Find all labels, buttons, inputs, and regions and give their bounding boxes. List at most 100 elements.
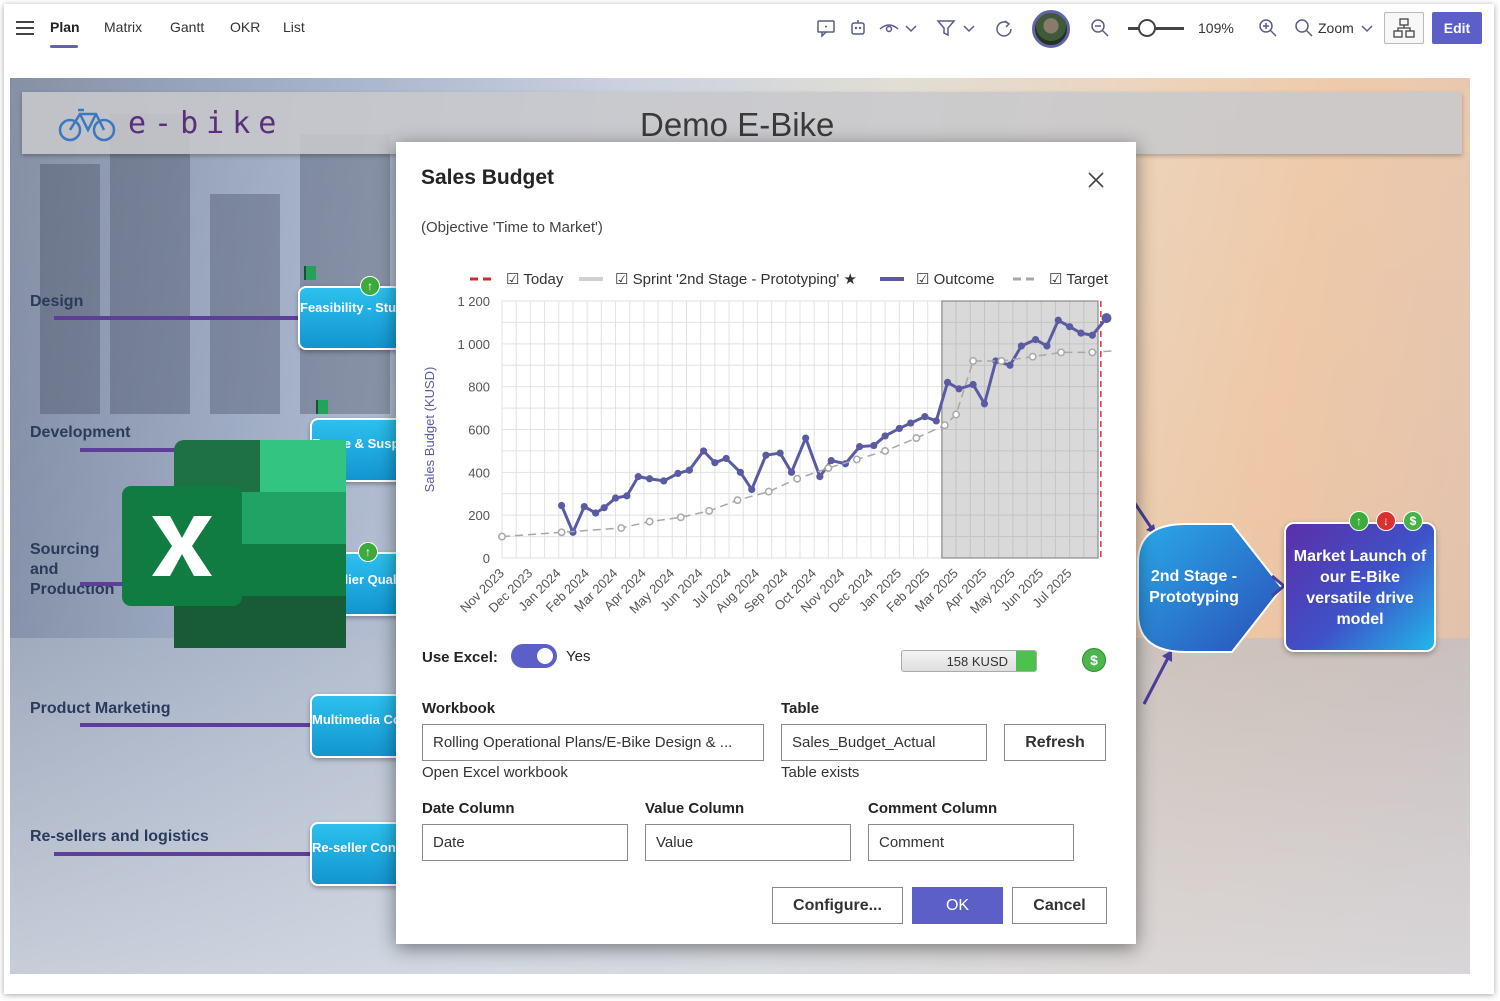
refresh-button[interactable]: Refresh bbox=[1004, 724, 1106, 761]
outcome-point bbox=[674, 469, 682, 478]
target-point bbox=[997, 357, 1006, 365]
outcome-point bbox=[634, 473, 642, 481]
status-up-icon: ↑ bbox=[358, 542, 378, 562]
outcome-point bbox=[699, 447, 708, 455]
chevron-down-icon[interactable] bbox=[904, 18, 918, 38]
search-icon[interactable] bbox=[1294, 18, 1314, 38]
ok-button[interactable]: OK bbox=[912, 887, 1003, 924]
y-tick-label: 1 200 bbox=[457, 294, 490, 309]
tab-gantt[interactable]: Gantt bbox=[170, 19, 204, 35]
target-point bbox=[912, 434, 921, 443]
target-point bbox=[645, 517, 654, 526]
table-label: Table bbox=[781, 700, 820, 717]
outcome-point bbox=[870, 441, 878, 450]
flag-icon bbox=[316, 400, 328, 414]
outcome-point bbox=[1066, 323, 1074, 331]
bot-icon[interactable] bbox=[848, 18, 868, 38]
legend-label-1: ☑ Sprint '2nd Stage - Prototyping' ★ bbox=[615, 271, 857, 288]
legend-label-3: ☑ Target bbox=[1049, 271, 1109, 288]
edit-button[interactable]: Edit bbox=[1432, 12, 1482, 44]
outcome-point bbox=[1101, 313, 1112, 324]
zoom-out-icon[interactable] bbox=[1090, 18, 1110, 38]
launch-node[interactable]: Market Launch of our E-Bike versatile dr… bbox=[1284, 522, 1436, 652]
bike-logo-icon bbox=[58, 108, 116, 142]
dialog-subtitle: (Objective 'Time to Market') bbox=[421, 219, 603, 236]
outcome-point bbox=[1043, 342, 1051, 350]
avatar[interactable] bbox=[1032, 10, 1070, 48]
target-point bbox=[940, 421, 949, 430]
outcome-point bbox=[881, 432, 889, 440]
tab-plan[interactable]: Plan bbox=[50, 19, 80, 35]
outcome-point bbox=[600, 504, 608, 512]
y-tick-label: 200 bbox=[468, 508, 490, 523]
y-tick-label: 1 000 bbox=[457, 337, 490, 352]
value-column-input[interactable]: Value bbox=[645, 824, 851, 861]
chevron-down-icon[interactable] bbox=[1360, 18, 1374, 38]
target-point bbox=[617, 524, 626, 532]
status-up-icon: ↑ bbox=[1349, 511, 1369, 531]
lane-line bbox=[80, 723, 310, 727]
sales-budget-dialog: Sales Budget (Objective 'Time to Market'… bbox=[396, 142, 1136, 944]
comment-column-input[interactable]: Comment bbox=[868, 824, 1074, 861]
y-tick-label: 0 bbox=[483, 551, 490, 566]
hierarchy-button[interactable] bbox=[1384, 12, 1424, 44]
budget-progress: 158 KUSD bbox=[901, 650, 1037, 672]
outcome-point bbox=[711, 459, 719, 467]
tab-okr[interactable]: OKR bbox=[230, 19, 260, 35]
outcome-point bbox=[802, 434, 810, 442]
zoom-dropdown[interactable]: Zoom bbox=[1318, 20, 1354, 36]
target-point bbox=[969, 357, 978, 365]
outcome-point bbox=[748, 485, 756, 494]
date-column-label: Date Column bbox=[422, 800, 515, 817]
outcome-point bbox=[685, 466, 693, 474]
hierarchy-icon bbox=[1393, 18, 1415, 38]
date-column-input[interactable]: Date bbox=[422, 824, 628, 861]
y-tick-label: 800 bbox=[468, 380, 490, 395]
target-point bbox=[733, 496, 742, 505]
outcome-point bbox=[645, 475, 654, 483]
cancel-button[interactable]: Cancel bbox=[1012, 887, 1107, 924]
lane-line bbox=[54, 852, 314, 856]
outcome-point bbox=[787, 468, 796, 476]
close-icon[interactable] bbox=[1086, 170, 1106, 190]
outcome-point bbox=[722, 454, 730, 463]
target-point bbox=[705, 506, 714, 515]
target-point bbox=[793, 474, 802, 483]
y-tick-label: 600 bbox=[468, 423, 490, 438]
zoom-slider[interactable] bbox=[1128, 27, 1184, 30]
outcome-point bbox=[827, 456, 835, 465]
outcome-point bbox=[611, 494, 620, 502]
zoom-slider-handle[interactable] bbox=[1138, 19, 1156, 37]
outcome-point bbox=[592, 509, 600, 517]
configure-button[interactable]: Configure... bbox=[772, 887, 903, 924]
table-input[interactable]: Sales_Budget_Actual bbox=[781, 724, 987, 761]
comment-column-label: Comment Column bbox=[868, 800, 998, 817]
flag-icon bbox=[304, 266, 316, 280]
chevron-down-icon[interactable] bbox=[962, 18, 976, 38]
y-tick-label: 400 bbox=[468, 465, 490, 480]
tab-matrix[interactable]: Matrix bbox=[104, 19, 142, 35]
budget-progress-fill bbox=[1015, 651, 1036, 671]
eye-icon[interactable] bbox=[878, 18, 900, 38]
lane-label-development: Development bbox=[30, 424, 131, 441]
workbook-label: Workbook bbox=[422, 700, 496, 717]
zoom-in-icon[interactable] bbox=[1258, 18, 1278, 38]
target-point bbox=[676, 513, 685, 522]
target-point bbox=[952, 410, 961, 419]
open-workbook-link[interactable]: Open Excel workbook bbox=[422, 764, 568, 781]
tab-list[interactable]: List bbox=[283, 19, 305, 35]
refresh-icon[interactable] bbox=[994, 18, 1014, 38]
target-point bbox=[852, 455, 861, 464]
sprint-range bbox=[941, 300, 1099, 559]
use-excel-value: Yes bbox=[566, 648, 591, 665]
connector-arrow bbox=[1142, 650, 1172, 705]
use-excel-toggle[interactable] bbox=[511, 644, 557, 668]
outcome-point bbox=[660, 477, 668, 485]
table-status: Table exists bbox=[781, 764, 860, 781]
filter-icon[interactable] bbox=[936, 18, 956, 38]
workbook-input[interactable]: Rolling Operational Plans/E-Bike Design … bbox=[422, 724, 764, 761]
menu-icon[interactable] bbox=[16, 21, 34, 35]
excel-logo-icon bbox=[122, 440, 346, 648]
card-feasibility[interactable]: Feasibility - Study Prototyping bbox=[298, 286, 402, 350]
comment-icon[interactable] bbox=[816, 18, 836, 38]
